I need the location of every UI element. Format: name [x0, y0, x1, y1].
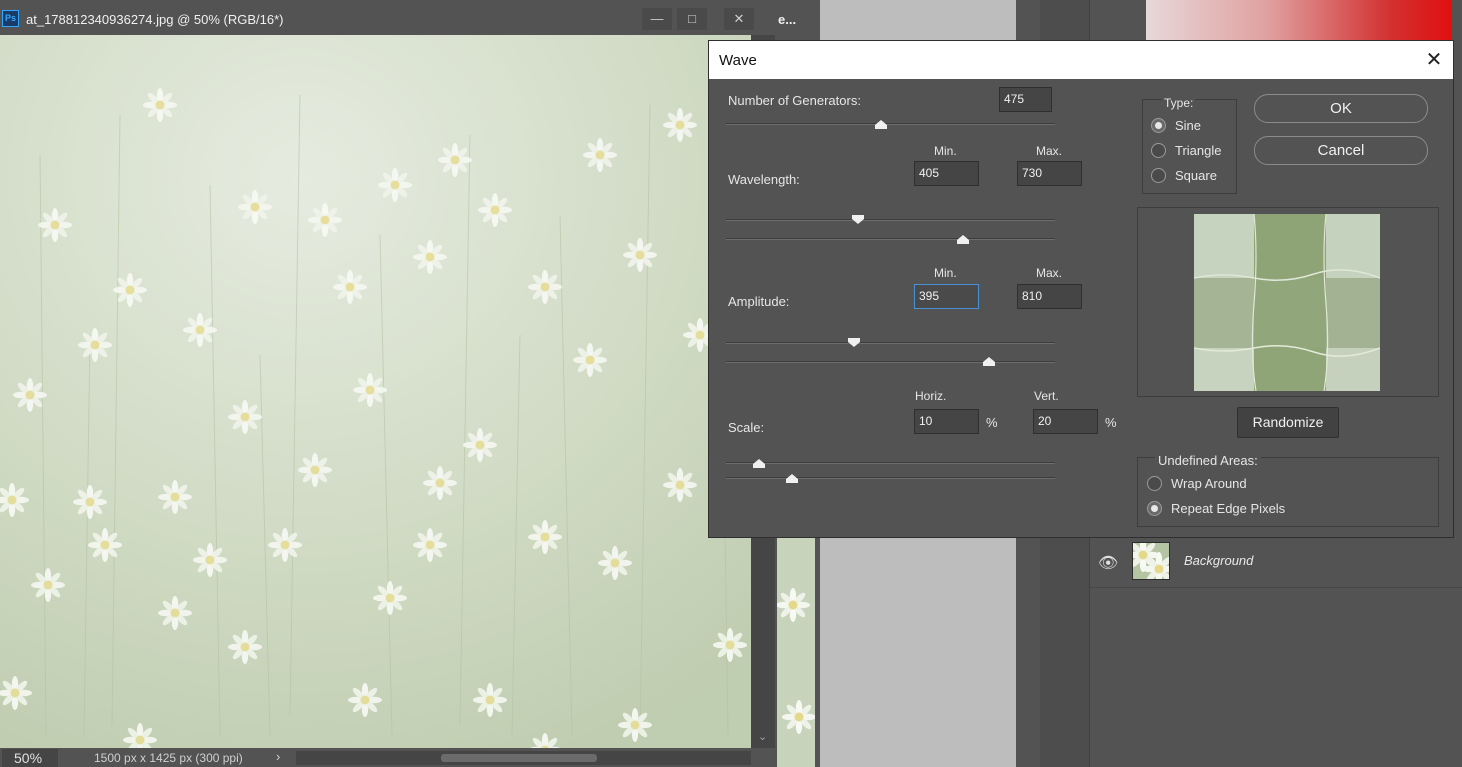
wave-preview: [1194, 214, 1380, 391]
horizontal-scroll-thumb[interactable]: [441, 754, 597, 762]
repeat-edge-pixels-radio[interactable]: [1147, 501, 1162, 516]
type-square-radio[interactable]: [1151, 168, 1166, 183]
generators-slider-thumb[interactable]: [874, 120, 887, 129]
image-canvas[interactable]: [0, 35, 751, 748]
status-bar: 50% 1500 px x 1425 px (300 ppi) ›: [0, 748, 776, 767]
scale-horiz-input[interactable]: 10: [914, 409, 979, 434]
ok-button[interactable]: OK: [1254, 94, 1428, 123]
minimize-button[interactable]: —: [642, 8, 672, 30]
wavelength-min-slider-track[interactable]: [726, 219, 1055, 221]
amplitude-min-slider-thumb[interactable]: [848, 338, 861, 347]
wavelength-min-slider-thumb[interactable]: [851, 215, 864, 224]
wrap-around-option[interactable]: Wrap Around: [1147, 475, 1347, 495]
amplitude-max-slider-thumb[interactable]: [983, 357, 996, 366]
scale-vert-slider-track[interactable]: [726, 477, 1055, 479]
document-title: at_178812340936274.jpg @ 50% (RGB/16*): [26, 12, 284, 27]
wavelength-max-input[interactable]: 730: [1017, 161, 1082, 186]
generators-label: Number of Generators:: [728, 93, 861, 108]
scale-vert-input[interactable]: 20: [1033, 409, 1098, 434]
amplitude-min-input[interactable]: 395: [914, 284, 979, 309]
cancel-button[interactable]: Cancel: [1254, 136, 1428, 165]
document-info: 1500 px x 1425 px (300 ppi): [94, 751, 243, 765]
document-titlebar[interactable]: Ps at_178812340936274.jpg @ 50% (RGB/16*…: [0, 5, 776, 35]
type-sine-radio[interactable]: [1151, 118, 1166, 133]
type-triangle-radio[interactable]: [1151, 143, 1166, 158]
zoom-field[interactable]: 50%: [2, 749, 58, 767]
close-icon[interactable]: ✕: [1423, 50, 1445, 72]
scale-horiz-unit: %: [986, 415, 998, 430]
type-square-label: Square: [1175, 168, 1217, 183]
scroll-down-icon[interactable]: ⌄: [758, 730, 767, 743]
amplitude-max-label: Max.: [1036, 266, 1063, 280]
minimize-icon: —: [650, 11, 664, 26]
dialog-title: Wave: [719, 52, 757, 69]
type-label: Type:: [1162, 96, 1196, 110]
scale-vert-slider-thumb[interactable]: [785, 474, 798, 483]
daisy-field-image: [0, 35, 751, 748]
wavelength-label: Wavelength:: [728, 172, 800, 187]
wavelength-min-label: Min.: [934, 144, 957, 158]
scale-vert-unit: %: [1105, 415, 1117, 430]
type-square-option[interactable]: Square: [1151, 167, 1241, 187]
wavelength-min-input[interactable]: 405: [914, 161, 979, 186]
scale-vert-label: Vert.: [1034, 389, 1059, 403]
status-menu-arrow-icon[interactable]: ›: [276, 749, 280, 764]
wavelength-max-slider-track[interactable]: [726, 238, 1055, 240]
type-triangle-label: Triangle: [1175, 143, 1222, 158]
preview-frame: [1137, 207, 1439, 397]
amplitude-max-input[interactable]: 810: [1017, 284, 1082, 309]
layer-thumbnail: [1132, 542, 1170, 580]
color-picker-field[interactable]: [1146, 0, 1452, 42]
type-sine-option[interactable]: Sine: [1151, 117, 1241, 137]
scale-horiz-label: Horiz.: [915, 389, 947, 403]
generators-input[interactable]: 475: [999, 87, 1052, 112]
wavelength-max-slider-thumb[interactable]: [956, 235, 969, 244]
type-triangle-option[interactable]: Triangle: [1151, 142, 1241, 162]
amplitude-min-label: Min.: [934, 266, 957, 280]
repeat-edge-pixels-option[interactable]: Repeat Edge Pixels: [1147, 500, 1347, 520]
layer-row[interactable]: 👁 Background: [1090, 538, 1462, 588]
eye-icon[interactable]: 👁: [1098, 553, 1118, 573]
close-button[interactable]: ✕: [724, 8, 754, 30]
type-sine-label: Sine: [1175, 118, 1202, 133]
layer-name[interactable]: Background: [1184, 553, 1253, 568]
second-document-tab[interactable]: e...: [778, 12, 796, 27]
repeat-edge-pixels-label: Repeat Edge Pixels: [1171, 501, 1286, 516]
maximize-icon: □: [688, 11, 696, 26]
scale-horiz-slider-track[interactable]: [726, 462, 1055, 464]
document-window: Ps at_178812340936274.jpg @ 50% (RGB/16*…: [0, 0, 776, 767]
generators-slider-track[interactable]: [726, 123, 1055, 125]
scale-label: Scale:: [728, 420, 765, 435]
wrap-around-label: Wrap Around: [1171, 476, 1247, 491]
maximize-button[interactable]: □: [677, 8, 707, 30]
photoshop-icon: Ps: [2, 10, 19, 27]
amplitude-label: Amplitude:: [728, 294, 790, 309]
close-icon: ✕: [733, 11, 745, 26]
second-document-image: [777, 537, 815, 767]
wrap-around-radio[interactable]: [1147, 476, 1162, 491]
undefined-areas-label: Undefined Areas:: [1155, 453, 1261, 468]
horizontal-scrollbar[interactable]: [296, 751, 751, 765]
wave-dialog: Wave ✕ Number of Generators: 475 Min. Ma…: [708, 40, 1454, 538]
scale-horiz-slider-thumb[interactable]: [752, 459, 765, 468]
randomize-button[interactable]: Randomize: [1237, 407, 1339, 438]
amplitude-max-slider-track[interactable]: [726, 361, 1055, 363]
dialog-titlebar[interactable]: Wave ✕: [709, 41, 1453, 79]
wavelength-max-label: Max.: [1036, 144, 1063, 158]
amplitude-min-slider-track[interactable]: [726, 342, 1055, 344]
